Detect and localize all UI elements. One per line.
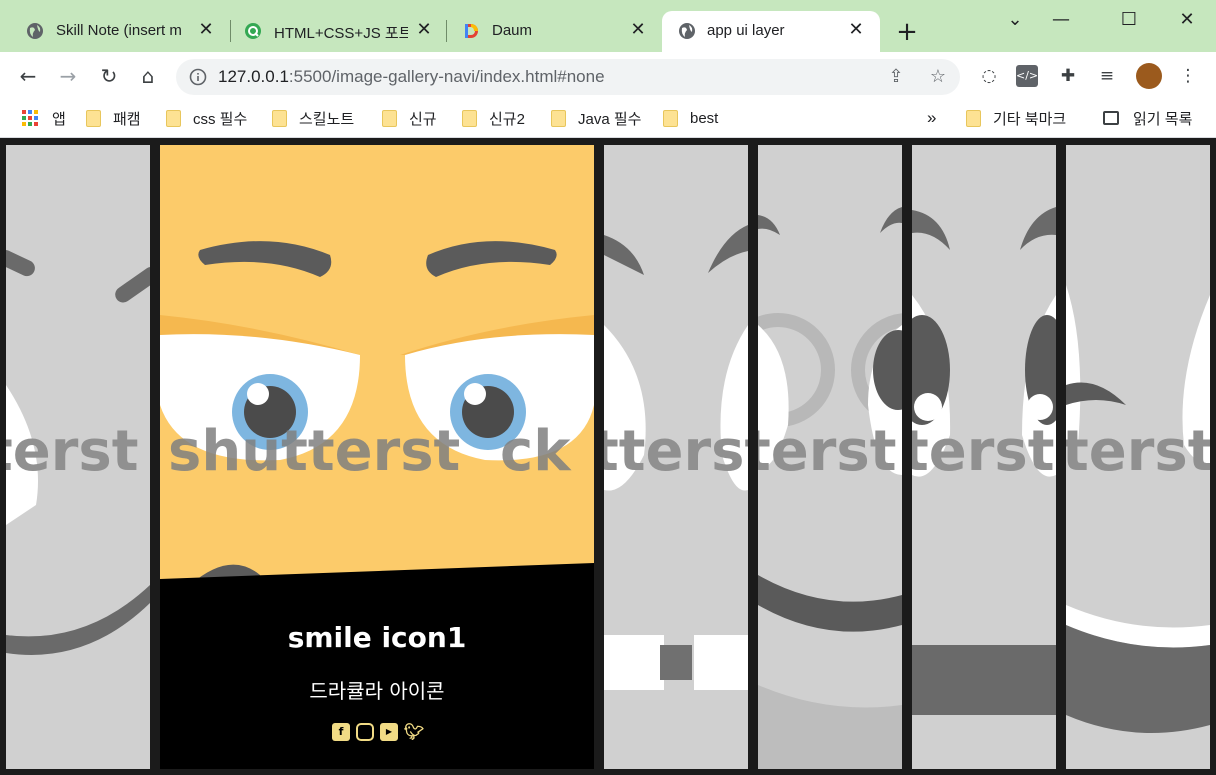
bookmark-label: 앱 [52, 110, 66, 128]
close-tab-icon[interactable]: ✕ [196, 20, 216, 40]
browser-toolbar: ← → ↻ ⌂ 127.0.0.1:5500/image-gallery-nav… [0, 52, 1216, 100]
back-arrow-icon[interactable]: ← [14, 62, 42, 90]
bookmark-apps[interactable]: 앱 [22, 106, 66, 130]
url-text[interactable]: 127.0.0.1:5500/image-gallery-navi/index.… [218, 67, 605, 87]
folder-icon [462, 109, 477, 127]
globe-icon [27, 23, 43, 39]
bookmark-label: 신규 [409, 110, 437, 128]
folder-icon [663, 109, 678, 127]
watermark-text: terst [6, 419, 138, 484]
reading-list-button[interactable]: 읽기 목록 [1103, 106, 1192, 130]
menu-kebab-icon[interactable]: ⋮ [1177, 65, 1199, 87]
media-control-icon[interactable]: ≡ [1096, 65, 1118, 87]
maximize-icon[interactable]: ☐ [1106, 6, 1152, 34]
close-tab-icon[interactable]: ✕ [846, 20, 866, 40]
bookmark-label: Java 필수 [578, 110, 642, 128]
puzzle-icon[interactable]: ✚ [1057, 65, 1079, 87]
gallery-panel[interactable]: terst [1066, 145, 1210, 769]
tab-portfolio[interactable]: HTML+CSS+JS 포트 ✕ [218, 11, 448, 52]
folder-icon [166, 109, 181, 127]
bookmark-label: 신규2 [489, 110, 525, 128]
social-links: f ▶ 🐦︎ [160, 723, 594, 741]
gray-face-image: terst [912, 145, 1056, 769]
watermark-text: shutterst [168, 419, 460, 484]
gray-face-image: tterst [604, 145, 748, 769]
watermark-text: terst [758, 419, 896, 484]
bookmark-folder[interactable]: 신규 [382, 106, 437, 130]
home-icon[interactable]: ⌂ [134, 62, 162, 90]
bookmark-label: 패캠 [113, 110, 141, 128]
folder-icon [966, 109, 981, 127]
new-tab-button[interactable]: + [893, 18, 921, 46]
watermark-text: terst [1066, 419, 1210, 484]
share-icon[interactable]: ⇪ [886, 67, 906, 87]
bookmark-folder[interactable]: 패캠 [86, 106, 141, 130]
reading-list-icon [1103, 111, 1119, 125]
apps-icon [22, 110, 38, 126]
q-icon [245, 23, 261, 39]
address-bar[interactable]: 127.0.0.1:5500/image-gallery-navi/index.… [176, 59, 960, 95]
bookmark-label: 스킬노트 [299, 110, 355, 128]
tab-search-icon[interactable]: ⌄ [992, 6, 1038, 34]
bookmark-folder[interactable]: 신규2 [462, 106, 525, 130]
gallery-panel[interactable]: tterst [604, 145, 748, 769]
bookmark-label: 읽기 목록 [1133, 110, 1193, 128]
globe-icon [679, 23, 695, 39]
daum-icon [465, 24, 478, 38]
folder-icon [86, 109, 101, 127]
bookmark-folder[interactable]: css 필수 [166, 106, 247, 130]
extension-icon[interactable]: ◌ [978, 65, 1000, 87]
close-tab-icon[interactable]: ✕ [414, 20, 434, 40]
tab-skill-note[interactable]: Skill Note (insert m ✕ [0, 11, 230, 52]
instagram-icon[interactable] [356, 723, 374, 741]
gallery-panel[interactable]: terst [758, 145, 902, 769]
tab-strip: Skill Note (insert m ✕ HTML+CSS+JS 포트 ✕ … [0, 0, 1216, 52]
tab-title: app ui layer [707, 22, 785, 39]
tab-daum[interactable]: Daum ✕ [436, 11, 662, 52]
gallery-panel[interactable]: terst [6, 145, 150, 769]
youtube-icon[interactable]: ▶ [380, 723, 398, 741]
folder-icon [272, 109, 287, 127]
bookmarks-overflow-button[interactable]: » [927, 106, 936, 130]
code-extension-icon[interactable]: </> [1016, 65, 1038, 87]
tab-app-ui-layer[interactable]: app ui layer ✕ [662, 11, 880, 52]
url-path: :5500/image-gallery-navi/index.html#none [288, 67, 605, 86]
tab-title: Daum [492, 22, 533, 39]
tab-title: HTML+CSS+JS 포트 [274, 25, 408, 42]
gallery-panel[interactable]: terst [912, 145, 1056, 769]
facebook-icon[interactable]: f [332, 723, 350, 741]
gray-face-image: terst [1066, 145, 1210, 769]
avatar[interactable] [1136, 63, 1162, 89]
watermark-text: terst [912, 419, 1054, 484]
twitter-icon[interactable]: 🐦︎ [404, 723, 424, 741]
bookmark-folder[interactable]: best [663, 106, 718, 130]
minimize-icon[interactable]: — [1038, 6, 1084, 34]
reload-icon[interactable]: ↻ [95, 62, 123, 90]
panel-title: smile icon1 [287, 621, 467, 654]
bookmark-other[interactable]: 기타 북마크 [966, 106, 1066, 130]
bookmark-folder[interactable]: 스킬노트 [272, 106, 354, 130]
window-close-icon[interactable]: ✕ [1164, 6, 1210, 34]
panel-caption: smile icon1 드라큘라 아이콘 f ▶ 🐦︎ [160, 563, 594, 769]
bookmark-label: css 필수 [193, 110, 248, 128]
folder-icon [551, 109, 566, 127]
close-tab-icon[interactable]: ✕ [628, 20, 648, 40]
url-host: 127.0.0.1 [218, 67, 289, 86]
gray-face-image: terst [758, 145, 902, 769]
forward-arrow-icon[interactable]: → [54, 62, 82, 90]
folder-icon [382, 109, 397, 127]
bookmark-label: 기타 북마크 [993, 110, 1067, 128]
bookmark-label: best [690, 109, 719, 127]
watermark-text: tterst [604, 419, 748, 484]
panel-subtitle: 드라큘라 아이콘 [309, 679, 445, 703]
gray-face-image: terst [6, 145, 150, 769]
bookmarks-bar: 앱 패캠 css 필수 스킬노트 신규 신규2 Java 필수 best » 기… [0, 100, 1216, 138]
info-icon[interactable] [189, 68, 207, 86]
gallery-panel-active[interactable]: shutterst ck smile icon1 드라큘라 아이콘 f ▶ 🐦︎ [160, 145, 594, 769]
bookmark-folder[interactable]: Java 필수 [551, 106, 641, 130]
tab-title: Skill Note (insert m [56, 22, 182, 39]
bookmark-star-icon[interactable]: ☆ [928, 67, 948, 87]
watermark-text: ck [500, 419, 572, 484]
gallery: terst shutterst ck [0, 139, 1216, 775]
